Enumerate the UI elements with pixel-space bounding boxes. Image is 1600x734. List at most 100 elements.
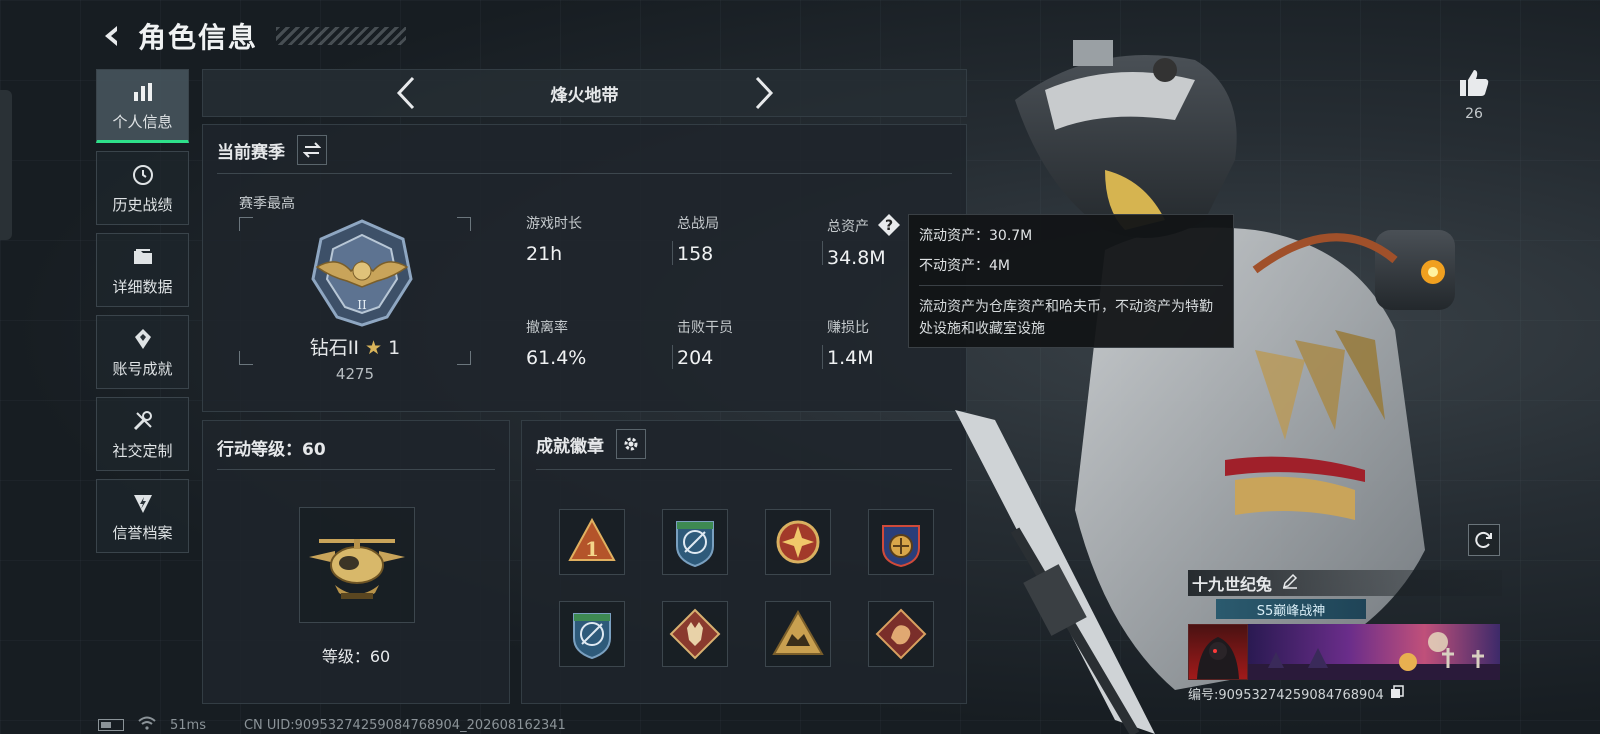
stat-operators-defeated: 击败干员 204 [677,317,807,369]
stat-play-time: 游戏时长 21h [526,213,656,265]
season-panel: 当前赛季 赛季最高 II 钻石II ★ 1 4275 游戏时长 21h 总战局 … [202,124,967,412]
rank-score: 4275 [335,365,375,383]
achievements-settings-button[interactable] [616,429,646,459]
swap-icon [303,142,321,158]
divider [536,469,952,470]
nav-item-social-custom[interactable]: 社交定制 [96,397,189,471]
achievement-badge[interactable] [765,601,831,667]
nav-item-achievements[interactable]: 账号成就 [96,315,189,389]
stat-key: 总资产 [827,219,869,235]
history-icon [130,162,156,188]
achievement-badge[interactable] [559,601,625,667]
nav-item-personal-info[interactable]: 个人信息 [96,69,189,143]
frame-corner [457,217,471,231]
wolf-diamond-badge-icon [669,608,721,660]
bar-chart-icon [130,79,156,105]
nav-label: 账号成就 [112,359,173,378]
next-mode-button[interactable] [749,73,779,113]
nav-label: 社交定制 [112,441,173,460]
rank-badge-icon[interactable]: II [307,217,417,329]
status-bar: 51ms CN UID:90953274259084768904_2026081… [98,716,566,734]
player-title[interactable]: S5巅峰战神 [1216,599,1366,619]
achievement-badge[interactable]: 1 [559,509,625,575]
level-badge[interactable] [299,507,415,623]
avatar [1188,624,1248,680]
gear-icon [624,437,638,451]
achievement-badge[interactable] [868,509,934,575]
rank-name: 钻石II [309,337,359,359]
tooltip-fixed-assets: 不动资产：4M [919,258,1010,274]
svg-text:?: ? [885,218,893,234]
nav-label: 信誉档案 [112,523,173,542]
season-header: 当前赛季 [217,135,327,165]
stat-key: 游戏时长 [526,216,582,232]
action-level-title: 行动等级：60 [217,440,326,460]
nav-label: 详细数据 [112,277,173,296]
achievements-panel: 成就徽章 1 [521,420,967,704]
stat-separator [822,345,823,369]
stat-value: 21h [526,243,563,265]
tooltip-description: 流动资产为仓库资产和哈夫币，不动资产为特勤处设施和收藏室设施 [919,299,1213,337]
wifi-icon [138,716,156,734]
player-title-row: S5巅峰战神 [1188,598,1502,620]
player-id-row: 编号:90953274259084768904 [1188,684,1502,703]
svg-text:II: II [357,298,367,312]
stat-separator [672,345,673,369]
stat-value: 1.4M [827,347,874,369]
side-navigation: 个人信息 历史战绩 详细数据 账号成就 社交定制 信誉档案 [96,69,189,561]
level-text: 等级：60 [321,647,391,666]
stat-total-matches: 总战局 158 [677,213,807,265]
stat-value: 204 [677,347,714,369]
season-best-label: 赛季最高 [239,196,295,212]
refresh-icon [1475,531,1492,548]
compass-shield-badge-icon [676,521,714,568]
triangle-one-badge-icon: 1 [568,517,616,561]
copy-icon[interactable] [1390,684,1404,703]
player-id: 编号:90953274259084768904 [1188,688,1384,703]
player-name: 十九世纪兔 [1192,575,1273,594]
tooltip-liquid-assets: 流动资产：30.7M [919,228,1033,244]
player-banner[interactable] [1188,624,1500,680]
player-name-row: 十九世纪兔 [1188,570,1502,596]
nav-label: 历史战绩 [112,195,173,214]
achievement-badge[interactable] [662,509,728,575]
nav-item-history[interactable]: 历史战绩 [96,151,189,225]
help-icon[interactable]: ? [877,213,901,241]
achievement-badge[interactable] [662,601,728,667]
player-card: 十九世纪兔 S5巅峰战神 编号:90953274259084768904 [1188,570,1502,703]
compass-shield-badge-icon [573,613,611,660]
stat-value: 158 [677,243,714,265]
helicopter-badge-icon [309,539,405,599]
eagle-triangle-badge-icon [772,609,824,655]
achievement-icon [130,326,156,352]
stat-key: 总战局 [677,216,719,232]
edit-pencil-icon[interactable] [1282,573,1298,593]
divider [919,285,1223,286]
refresh-button[interactable] [1468,524,1500,556]
achievements-header: 成就徽章 [536,429,646,459]
rank-frame: II 钻石II ★ 1 [239,217,471,365]
back-arrow-icon[interactable] [98,22,126,50]
mode-name: 烽火地带 [550,85,619,106]
mode-switcher: 烽火地带 [202,69,967,117]
battery-icon [98,719,124,731]
shield-bolt-icon [130,490,156,516]
rank-name-row: 钻石II ★ 1 [239,333,471,360]
ping-value: 51ms [170,717,206,733]
achievement-badge[interactable] [868,601,934,667]
edge-tab[interactable] [0,90,12,240]
title-decoration [276,27,407,45]
divider [217,469,495,470]
divider [217,173,952,174]
stat-separator [672,241,673,265]
prev-mode-button[interactable] [391,73,421,113]
swap-season-button[interactable] [297,135,327,165]
achievement-badge[interactable] [765,509,831,575]
nav-item-reputation[interactable]: 信誉档案 [96,479,189,553]
thumbs-up-icon [1460,70,1489,96]
nav-item-detailed-data[interactable]: 详细数据 [96,233,189,307]
page-title: 角色信息 [138,21,259,54]
like-widget[interactable]: 26 [1456,68,1492,122]
nav-label: 个人信息 [112,112,173,131]
dragon-diamond-badge-icon [875,608,927,660]
